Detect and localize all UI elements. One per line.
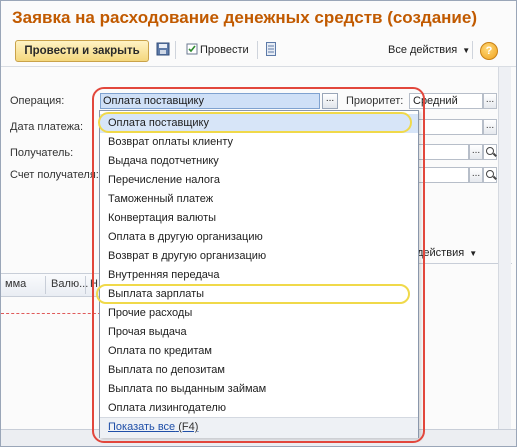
recipient-account-input[interactable] <box>417 167 469 183</box>
post-and-close-button[interactable]: Провести и закрыть <box>15 40 149 62</box>
column-header-other[interactable]: Н <box>90 278 98 290</box>
chevron-down-icon: ▼ <box>462 46 471 55</box>
dropdown-item[interactable]: Конвертация валюты <box>100 209 418 228</box>
payment-date-label: Дата платежа: <box>10 121 84 133</box>
dropdown-item[interactable]: Выплата зарплаты <box>100 285 418 304</box>
toolbar: Провести и закрыть Провести Все действия… <box>1 38 516 65</box>
dropdown-item[interactable]: Оплата поставщику <box>100 114 418 133</box>
operation-label: Операция: <box>10 95 65 107</box>
recipient-select-button[interactable]: ... <box>469 144 483 160</box>
dropdown-item[interactable]: Прочие расходы <box>100 304 418 323</box>
table-toolbar-divider <box>412 263 512 264</box>
dropdown-item[interactable]: Оплата по кредитам <box>100 342 418 361</box>
dropdown-item[interactable]: Оплата в другую организацию <box>100 228 418 247</box>
dropdown-item[interactable]: Возврат в другую организацию <box>100 247 418 266</box>
dropdown-item[interactable]: Возврат оплаты клиенту <box>100 133 418 152</box>
help-icon[interactable]: ? <box>480 42 498 60</box>
operation-input[interactable]: Оплата поставщику <box>100 93 320 109</box>
chevron-down-icon: ▼ <box>469 249 478 258</box>
column-header-amount[interactable]: мма <box>5 278 26 290</box>
dropdown-item[interactable]: Выдача подотчетнику <box>100 152 418 171</box>
table-actions-label: действия <box>417 247 465 259</box>
toolbar-separator <box>472 41 473 59</box>
table-row-marker <box>1 313 101 314</box>
toolbar-separator <box>175 41 176 59</box>
dropdown-item[interactable]: Выплата по депозитам <box>100 361 418 380</box>
recipient-input[interactable] <box>417 144 469 160</box>
toolbar-separator <box>257 41 258 59</box>
priority-input[interactable]: Средний <box>409 93 483 109</box>
save-icon[interactable] <box>156 42 170 59</box>
recipient-account-search-icon[interactable] <box>483 167 497 183</box>
column-header-currency[interactable]: Валю... <box>51 278 88 290</box>
document-window: Заявка на расходование денежных средств … <box>0 0 517 447</box>
column-divider <box>85 276 86 294</box>
post-label: Провести <box>200 44 249 56</box>
form-scrollbar[interactable] <box>498 67 511 429</box>
toolbar-divider <box>1 66 516 67</box>
all-actions-label: Все действия <box>388 44 458 56</box>
dropdown-item[interactable]: Выплата по выданным займам <box>100 380 418 399</box>
column-divider <box>45 276 46 294</box>
post-icon <box>186 43 198 55</box>
recipient-search-icon[interactable] <box>483 144 497 160</box>
show-all-link[interactable]: Показать все (F4) <box>108 421 198 433</box>
table-actions-menu[interactable]: действия ▼ <box>417 247 477 259</box>
recipient-account-select-button[interactable]: ... <box>469 167 483 183</box>
dropdown-item[interactable]: Внутренняя передача <box>100 266 418 285</box>
recipient-account-label: Счет получателя: <box>10 169 99 181</box>
post-button[interactable]: Провести <box>186 41 249 59</box>
payment-date-input[interactable] <box>417 119 483 135</box>
priority-label: Приоритет: <box>346 95 404 107</box>
payment-date-select-button[interactable]: ... <box>483 119 497 135</box>
recipient-label: Получатель: <box>10 147 74 159</box>
dropdown-item[interactable]: Прочая выдача <box>100 323 418 342</box>
dropdown-footer: Показать все (F4) <box>100 417 418 438</box>
table-header: мма Валю... Н <box>1 273 101 297</box>
window-title: Заявка на расходование денежных средств … <box>12 8 478 27</box>
operation-select-button[interactable]: ... <box>322 93 338 109</box>
all-actions-menu[interactable]: Все действия ▼ <box>388 44 470 56</box>
report-icon[interactable] <box>266 42 276 59</box>
priority-select-button[interactable]: ... <box>483 93 497 109</box>
show-all-hotkey: (F4) <box>178 421 199 433</box>
dropdown-item[interactable]: Таможенный платеж <box>100 190 418 209</box>
dropdown-item[interactable]: Перечисление налога <box>100 171 418 190</box>
operation-dropdown-list: Оплата поставщику Возврат оплаты клиенту В… <box>99 110 419 438</box>
dropdown-item[interactable]: Оплата лизингодателю <box>100 399 418 418</box>
show-all-label: Показать все <box>108 421 176 433</box>
